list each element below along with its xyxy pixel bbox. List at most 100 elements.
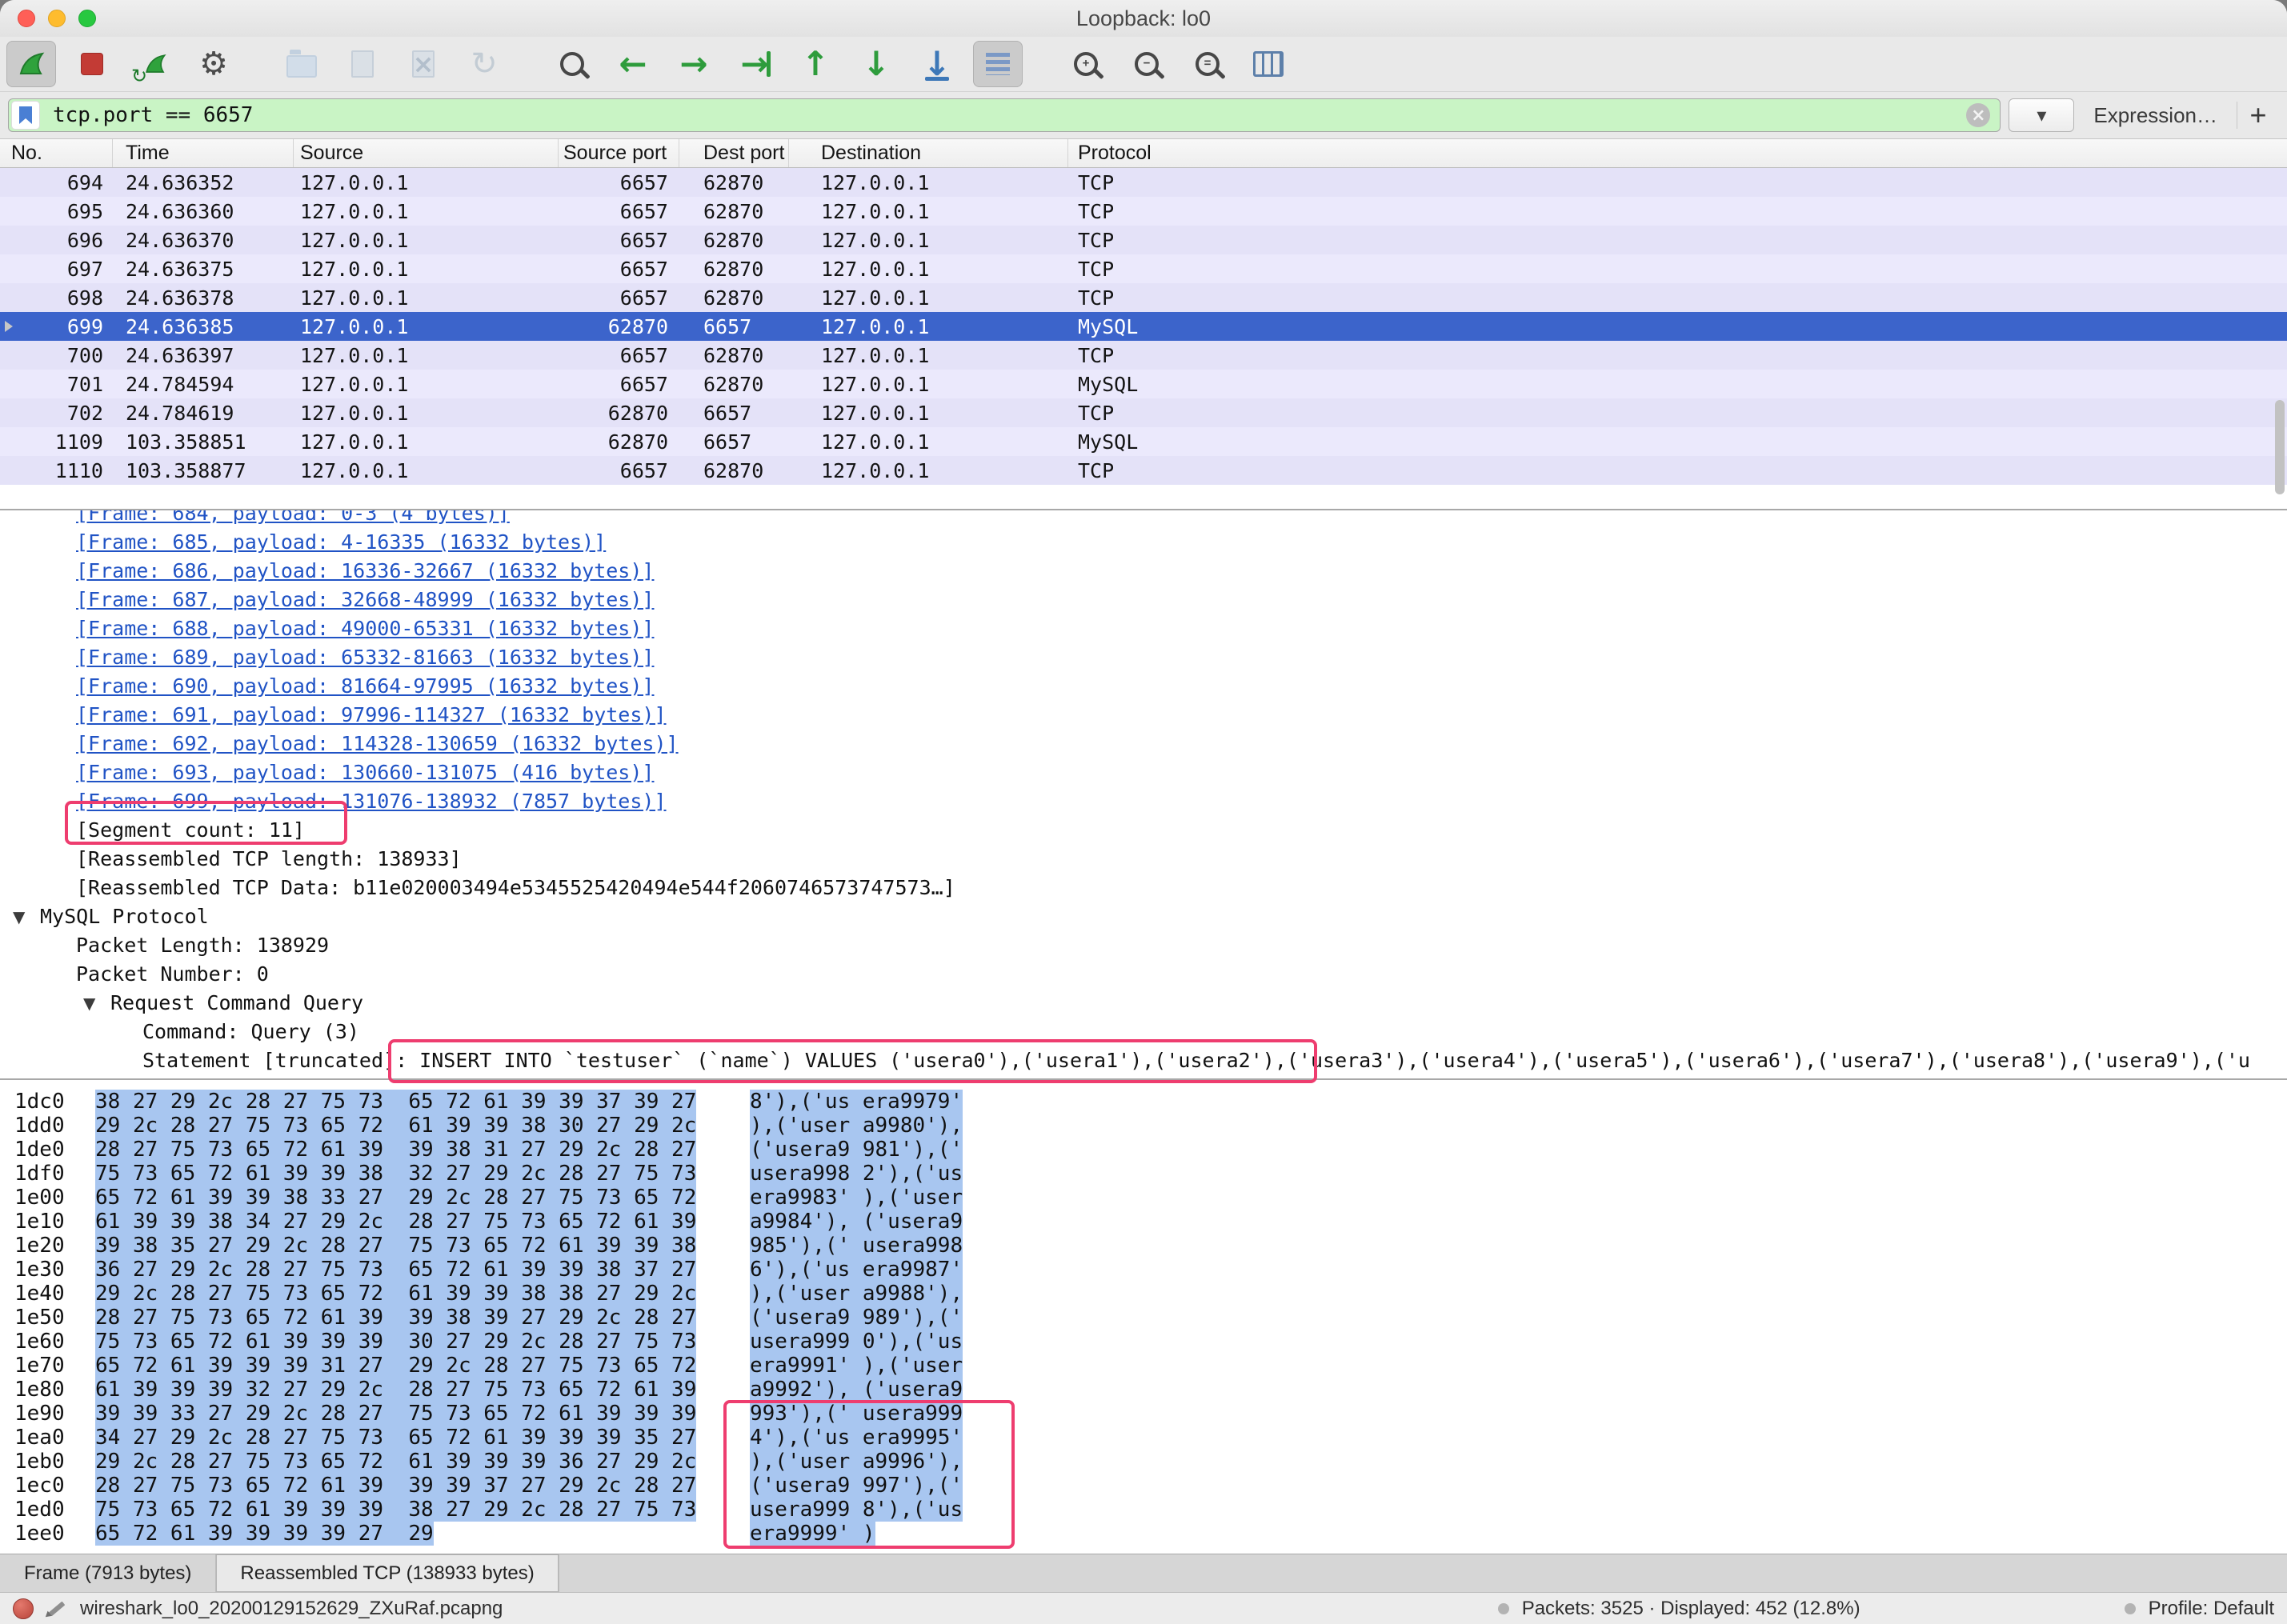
hex-ascii[interactable]: 4'),('us era9995': [750, 1426, 963, 1450]
hex-ascii[interactable]: 993'),(' usera999: [750, 1402, 963, 1426]
hex-row-1e50[interactable]: 1e5028 27 75 73 65 72 61 39 39 38 39 27 …: [0, 1306, 2287, 1330]
hex-row-1e90[interactable]: 1e9039 39 33 27 29 2c 28 27 75 73 65 72 …: [0, 1402, 2287, 1426]
hex-row-1eb0[interactable]: 1eb029 2c 28 27 75 73 65 72 61 39 39 39 …: [0, 1450, 2287, 1474]
detail-line[interactable]: [Segment count: 11]: [0, 816, 2287, 845]
display-filter-input[interactable]: tcp.port == 6657 ×: [8, 98, 2001, 132]
detail-line[interactable]: [Frame: 691, payload: 97996-114327 (1633…: [0, 701, 2287, 730]
detail-line[interactable]: [Frame: 685, payload: 4-16335 (16332 byt…: [0, 528, 2287, 557]
column-header-destination[interactable]: Destination: [789, 139, 1068, 167]
hex-ascii[interactable]: ('usera9 997'),(': [750, 1474, 963, 1498]
packet-row-696[interactable]: 69624.636370127.0.0.1665762870127.0.0.1T…: [0, 226, 2287, 254]
zoom-window-button[interactable]: [78, 10, 96, 27]
tab-reassembled-tcp[interactable]: Reassembled TCP (138933 bytes): [216, 1554, 559, 1592]
auto-scroll-button[interactable]: ↓: [912, 41, 962, 87]
hex-ascii[interactable]: a9984'), ('usera9: [750, 1210, 963, 1234]
packet-list[interactable]: 69424.636352127.0.0.1665762870127.0.0.1T…: [0, 168, 2287, 509]
hex-ascii[interactable]: usera998 2'),('us: [750, 1162, 963, 1186]
hex-bytes[interactable]: 75 73 65 72 61 39 39 39 30 27 29 2c 28 2…: [95, 1330, 696, 1354]
profile-label[interactable]: Profile: Default: [2149, 1598, 2274, 1620]
hex-row-1ee0[interactable]: 1ee065 72 61 39 39 39 39 27 29era9999' ): [0, 1522, 2287, 1546]
hex-ascii[interactable]: era9983' ),('user: [750, 1186, 963, 1210]
hex-row-1e00[interactable]: 1e0065 72 61 39 39 38 33 27 29 2c 28 27 …: [0, 1186, 2287, 1210]
packet-details[interactable]: [Frame: 684, payload: 0-3 (4 bytes)] [Fra…: [0, 509, 2287, 1078]
hex-ascii[interactable]: ),('user a9988'),: [750, 1282, 963, 1306]
detail-link[interactable]: [Frame: 699, payload: 131076-138932 (785…: [76, 790, 667, 813]
packet-row-700[interactable]: 70024.636397127.0.0.1665762870127.0.0.1T…: [0, 341, 2287, 370]
filter-clear-icon[interactable]: ×: [1966, 103, 1990, 127]
hex-row-1df0[interactable]: 1df075 73 65 72 61 39 39 38 32 27 29 2c …: [0, 1162, 2287, 1186]
detail-link[interactable]: [Frame: 692, payload: 114328-130659 (163…: [76, 732, 679, 755]
detail-link[interactable]: [Frame: 687, payload: 32668-48999 (16332…: [76, 588, 654, 611]
hex-bytes[interactable]: 38 27 29 2c 28 27 75 73 65 72 61 39 39 3…: [95, 1090, 696, 1114]
column-header-source[interactable]: Source: [294, 139, 559, 167]
hex-bytes[interactable]: 39 39 33 27 29 2c 28 27 75 73 65 72 61 3…: [95, 1402, 696, 1426]
hex-row-1ec0[interactable]: 1ec028 27 75 73 65 72 61 39 39 39 37 27 …: [0, 1474, 2287, 1498]
hex-ascii[interactable]: ),('user a9980'),: [750, 1114, 963, 1138]
detail-link[interactable]: [Frame: 684, payload: 0-3 (4 bytes)]: [76, 509, 510, 525]
detail-link[interactable]: [Frame: 686, payload: 16336-32667 (16332…: [76, 559, 654, 582]
packet-row-701[interactable]: 70124.784594127.0.0.1665762870127.0.0.1M…: [0, 370, 2287, 398]
hex-ascii[interactable]: 985'),(' usera998: [750, 1234, 963, 1258]
hex-row-1dc0[interactable]: 1dc038 27 29 2c 28 27 75 73 65 72 61 39 …: [0, 1090, 2287, 1114]
resize-columns-button[interactable]: [1244, 41, 1293, 87]
hex-bytes[interactable]: 75 73 65 72 61 39 39 39 38 27 29 2c 28 2…: [95, 1498, 696, 1522]
zoom-out-button[interactable]: −: [1122, 41, 1172, 87]
detail-link[interactable]: [Frame: 691, payload: 97996-114327 (1633…: [76, 703, 667, 726]
capture-options-button[interactable]: ⚙: [189, 41, 238, 87]
expert-info-icon[interactable]: [13, 1598, 34, 1619]
detail-link[interactable]: [Frame: 693, payload: 130660-131075 (416…: [76, 761, 654, 784]
detail-link[interactable]: [Frame: 689, payload: 65332-81663 (16332…: [76, 646, 654, 669]
hex-bytes[interactable]: 34 27 29 2c 28 27 75 73 65 72 61 39 39 3…: [95, 1426, 696, 1450]
packet-row-702[interactable]: 70224.784619127.0.0.1628706657127.0.0.1T…: [0, 398, 2287, 427]
hex-row-1e60[interactable]: 1e6075 73 65 72 61 39 39 39 30 27 29 2c …: [0, 1330, 2287, 1354]
packet-row-698[interactable]: 69824.636378127.0.0.1665762870127.0.0.1T…: [0, 283, 2287, 312]
hex-bytes[interactable]: 29 2c 28 27 75 73 65 72 61 39 39 38 38 2…: [95, 1282, 696, 1306]
column-header-time[interactable]: Time: [113, 139, 294, 167]
column-header-no[interactable]: No.: [0, 139, 113, 167]
hex-row-1ed0[interactable]: 1ed075 73 65 72 61 39 39 39 38 27 29 2c …: [0, 1498, 2287, 1522]
go-to-packet-button[interactable]: →: [730, 41, 779, 87]
hex-bytes[interactable]: 61 39 39 39 32 27 29 2c 28 27 75 73 65 7…: [95, 1378, 696, 1402]
hex-row-1e40[interactable]: 1e4029 2c 28 27 75 73 65 72 61 39 39 38 …: [0, 1282, 2287, 1306]
hex-bytes[interactable]: 61 39 39 38 34 27 29 2c 28 27 75 73 65 7…: [95, 1210, 696, 1234]
go-to-last-button[interactable]: ↓: [851, 41, 901, 87]
detail-line[interactable]: [Frame: 688, payload: 49000-65331 (16332…: [0, 614, 2287, 643]
hex-row-1e10[interactable]: 1e1061 39 39 38 34 27 29 2c 28 27 75 73 …: [0, 1210, 2287, 1234]
detail-line[interactable]: [Frame: 693, payload: 130660-131075 (416…: [0, 758, 2287, 787]
hex-bytes[interactable]: 36 27 29 2c 28 27 75 73 65 72 61 39 39 3…: [95, 1258, 696, 1282]
hex-bytes[interactable]: 28 27 75 73 65 72 61 39 39 38 31 27 29 2…: [95, 1138, 696, 1162]
hex-row-1e30[interactable]: 1e3036 27 29 2c 28 27 75 73 65 72 61 39 …: [0, 1258, 2287, 1282]
close-file-button[interactable]: ×: [399, 41, 448, 87]
close-window-button[interactable]: [18, 10, 35, 27]
hex-ascii[interactable]: 6'),('us era9987': [750, 1258, 963, 1282]
go-to-first-button[interactable]: ↑: [791, 41, 840, 87]
detail-line[interactable]: Packet Number: 0: [0, 960, 2287, 989]
go-back-button[interactable]: ←: [608, 41, 658, 87]
column-header-protocol[interactable]: Protocol: [1068, 139, 2287, 167]
detail-line[interactable]: [Frame: 690, payload: 81664-97995 (16332…: [0, 672, 2287, 701]
detail-line[interactable]: Command: Query (3): [0, 1018, 2287, 1046]
hex-bytes[interactable]: 28 27 75 73 65 72 61 39 39 38 39 27 29 2…: [95, 1306, 696, 1330]
save-file-button[interactable]: [338, 41, 387, 87]
hex-row-1dd0[interactable]: 1dd029 2c 28 27 75 73 65 72 61 39 39 38 …: [0, 1114, 2287, 1138]
hex-ascii[interactable]: era9991' ),('user: [750, 1354, 963, 1378]
detail-line[interactable]: [Frame: 686, payload: 16336-32667 (16332…: [0, 557, 2287, 586]
hex-ascii[interactable]: ('usera9 989'),(': [750, 1306, 963, 1330]
expression-button[interactable]: Expression…: [2093, 103, 2217, 128]
zoom-reset-button[interactable]: =: [1183, 41, 1232, 87]
detail-line[interactable]: [Reassembled TCP Data: b11e020003494e534…: [0, 874, 2287, 902]
detail-line[interactable]: ▼MySQL Protocol: [0, 902, 2287, 931]
hex-bytes[interactable]: 65 72 61 39 39 39 39 27 29: [95, 1522, 434, 1546]
go-forward-button[interactable]: →: [669, 41, 719, 87]
detail-line[interactable]: [Frame: 692, payload: 114328-130659 (163…: [0, 730, 2287, 758]
hex-ascii[interactable]: a9992'), ('usera9: [750, 1378, 963, 1402]
hex-ascii[interactable]: era9999' ): [750, 1522, 875, 1546]
expander-icon[interactable]: ▼: [83, 989, 95, 1018]
detail-line[interactable]: [Frame: 699, payload: 131076-138932 (785…: [0, 787, 2287, 816]
start-capture-button[interactable]: [6, 41, 56, 87]
reload-file-button[interactable]: ↻: [459, 41, 509, 87]
find-packet-button[interactable]: [547, 41, 597, 87]
detail-line[interactable]: [Frame: 687, payload: 32668-48999 (16332…: [0, 586, 2287, 614]
hex-ascii[interactable]: usera999 8'),('us: [750, 1498, 963, 1522]
filter-bookmark-button[interactable]: [11, 101, 40, 130]
